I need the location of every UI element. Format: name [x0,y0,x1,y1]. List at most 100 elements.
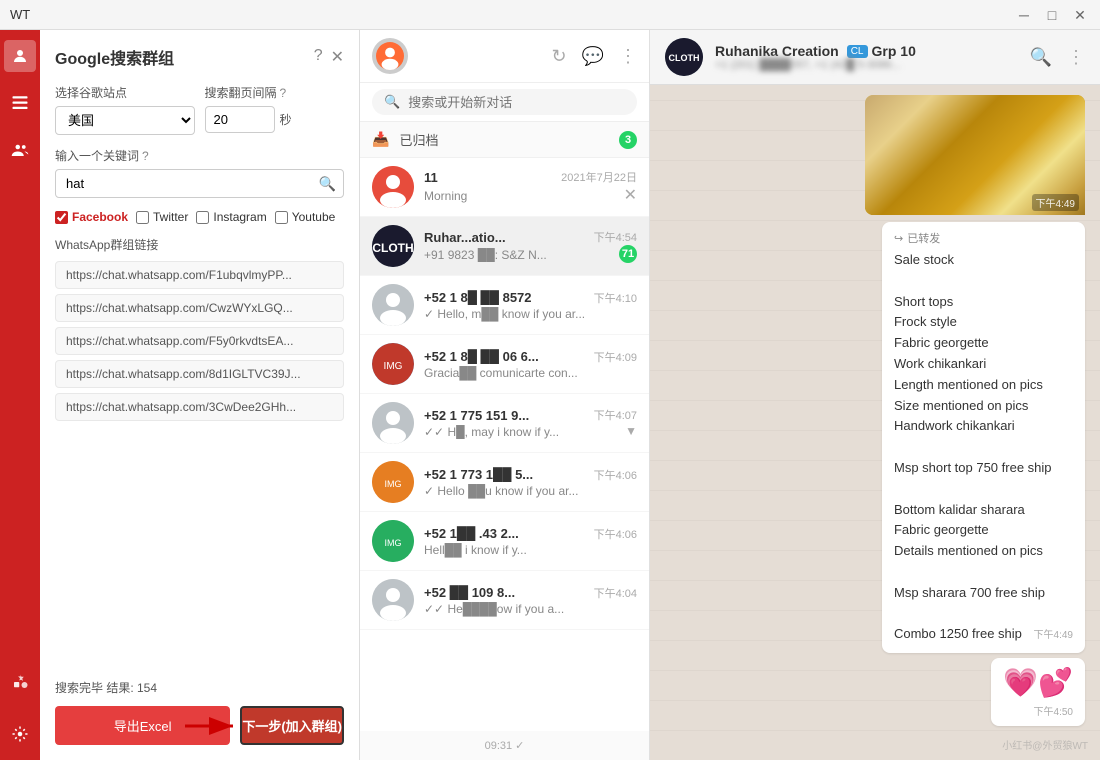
facebook-checkbox[interactable] [55,211,68,224]
archived-label: 已归档 [399,130,609,149]
keyword-input[interactable] [55,169,344,198]
contacts-icon[interactable] [4,87,36,119]
panel-title: Google搜索群组 [55,45,174,69]
facebook-checkbox-label[interactable]: Facebook [55,210,128,224]
chat-header-name: Ruhanika Creation [715,43,839,59]
chat-item-2[interactable]: +52 1 8█ ██ 8572 下午4:10 ✓ Hello, m██ kno… [360,276,649,335]
message-icon[interactable]: 💬 [582,46,604,67]
group-icon[interactable] [4,134,36,166]
chat-list: ↻ 💬 ⋮ 🔍 📥 已归档 3 [360,30,650,760]
user-icon[interactable] [4,40,36,72]
phone2: +1 (42█ 5-3086... [815,59,901,71]
site-group: 选择谷歌站点 美国 [55,84,195,135]
chat-name-6: +52 1██ .43 2... [424,526,519,541]
window-controls: ─ □ ✕ [1014,0,1090,30]
instagram-checkbox[interactable] [196,211,209,224]
chat-avatar-4 [372,402,414,444]
twitter-checkbox[interactable] [136,211,149,224]
svg-text:IMG: IMG [385,479,402,489]
chat-item-content-2: +52 1 8█ ██ 8572 下午4:10 ✓ Hello, m██ kno… [424,290,637,321]
chat-menu-icon[interactable]: ⋮ [1067,47,1085,68]
keyword-group: 输入一个关键词 ? 🔍 [55,147,344,198]
youtube-checkbox-label[interactable]: Youtube [275,210,336,224]
interval-help-icon[interactable]: ? [280,86,287,100]
instagram-label: Instagram [213,210,266,224]
chat-item-5[interactable]: IMG +52 1 773 1██ 5... 下午4:06 ✓ Hello ██… [360,453,649,512]
maximize-button[interactable]: □ [1042,5,1062,25]
archived-badge: 3 [619,131,637,149]
panel-header: Google搜索群组 ? ✕ [55,45,344,69]
form-row-site-interval: 选择谷歌站点 美国 搜索翻页间隔 ? 秒 [55,84,344,135]
chat-view: CLOTH Ruhanika Creation CL Grp 10 +1 (20… [650,30,1100,760]
fabric-image: 下午4:49 [865,95,1085,215]
menu-icon[interactable]: ⋮ [619,46,637,67]
keyword-input-wrap: 🔍 [55,169,344,198]
chat-item-top-2: +52 1 8█ ██ 8572 下午4:10 [424,290,637,306]
chat-time-2: 下午4:10 [594,290,637,306]
site-select[interactable]: 美国 [55,106,195,135]
next-btn-wrap: 下一步(加入群组) [240,706,344,745]
wa-link-3[interactable]: https://chat.whatsapp.com/8d1IGLTVC39J..… [55,360,344,388]
chat-name-5: +52 1 773 1██ 5... [424,467,533,482]
chat-time-3: 下午4:09 [594,349,637,365]
chat-item-content-4: +52 1 775 151 9... 下午4:07 ✓✓ H█, may i k… [424,407,637,439]
chat-item-1[interactable]: CLOTH Ruhar...atio... 下午4:54 +91 9823 ██… [360,217,649,276]
chat-item-0[interactable]: 11 2021年7月22日 Morning ✕ [360,158,649,217]
chat-item-4[interactable]: +52 1 775 151 9... 下午4:07 ✓✓ H█, may i k… [360,394,649,453]
chat-time-1: 下午4:54 [594,229,637,245]
chat-name-2: +52 1 8█ ██ 8572 [424,290,532,305]
chat-view-header: CLOTH Ruhanika Creation CL Grp 10 +1 (20… [650,30,1100,85]
svg-text:IMG: IMG [385,538,402,548]
chat-item-3[interactable]: IMG +52 1 8█ ██ 06 6... 下午4:09 Gracia██ … [360,335,649,394]
archive-icon: 📥 [372,131,389,148]
chat-search-input[interactable] [408,95,625,110]
chat-time-7: 下午4:04 [594,585,637,601]
wa-link-0[interactable]: https://chat.whatsapp.com/F1ubqvlmyPP... [55,261,344,289]
twitter-checkbox-label[interactable]: Twitter [136,210,188,224]
chat-header-info: Ruhanika Creation CL Grp 10 +1 (201) ███… [715,43,1018,71]
chat-header-sub: +1 (201) ████057, +1 (42█ 5-3086... [715,59,1018,71]
chat-avatar-2 [372,284,414,326]
wa-link-2[interactable]: https://chat.whatsapp.com/F5y0rkvdtsEA..… [55,327,344,355]
chat-header-icons: 🔍 ⋮ [1030,47,1085,68]
search-icon: 🔍 [384,94,400,110]
keyword-help-icon[interactable]: ? [142,149,149,163]
interval-label: 搜索翻页间隔 ? [205,84,345,101]
chat-name-3: +52 1 8█ ██ 06 6... [424,349,539,364]
youtube-checkbox[interactable] [275,211,288,224]
chat-badge-1: 71 [619,245,637,263]
wa-links-section: WhatsApp群组链接 https://chat.whatsapp.com/F… [55,236,344,667]
help-icon[interactable]: ? [314,47,323,67]
settings-icon[interactable] [4,718,36,750]
wa-link-1[interactable]: https://chat.whatsapp.com/CwzWYxLGQ... [55,294,344,322]
panel-close-icon[interactable]: ✕ [331,47,344,67]
panel-header-icons: ? ✕ [314,47,344,67]
chat-msg-4: ✓✓ H█, may i know if y... [424,425,559,439]
chat-avatar-6: IMG [372,520,414,562]
chat-item-content-3: +52 1 8█ ██ 06 6... 下午4:09 Gracia██ comu… [424,349,637,380]
search-chat-icon[interactable]: 🔍 [1030,47,1052,68]
button-row: 导出Excel 下一步(加入群组) [55,706,344,745]
chat-msg-row-0: Morning ✕ [424,185,637,205]
wa-link-4[interactable]: https://chat.whatsapp.com/3CwDee2GHh... [55,393,344,421]
chat-item-content-0: 11 2021年7月22日 Morning ✕ [424,169,637,205]
google-search-panel: Google搜索群组 ? ✕ 选择谷歌站点 美国 搜索翻页间隔 ? [40,30,360,760]
instagram-checkbox-label[interactable]: Instagram [196,210,266,224]
svg-text:CLOTH: CLOTH [372,241,413,255]
chat-item-6[interactable]: IMG +52 1██ .43 2... 下午4:06 Hell██ i kno… [360,512,649,571]
chat-avatar-3: IMG [372,343,414,385]
close-button[interactable]: ✕ [1070,5,1090,25]
chat-item-7[interactable]: +52 ██ 109 8... 下午4:04 ✓✓ He████ow if yo… [360,571,649,630]
refresh-icon[interactable]: ↻ [551,46,566,67]
archived-item[interactable]: 📥 已归档 3 [360,122,649,158]
youtube-label: Youtube [292,210,336,224]
interval-input[interactable] [205,106,275,133]
next-step-button[interactable]: 下一步(加入群组) [240,706,344,745]
chat-name-1: Ruhar...atio... [424,230,506,245]
minimize-button[interactable]: ─ [1014,5,1034,25]
forwarded-label: ↪ 已转发 [894,230,1073,246]
keyword-search-icon[interactable]: 🔍 [319,175,336,192]
puzzle-icon[interactable] [4,666,36,698]
icon-bar [0,30,40,760]
dismiss-icon-0[interactable]: ✕ [624,185,637,205]
